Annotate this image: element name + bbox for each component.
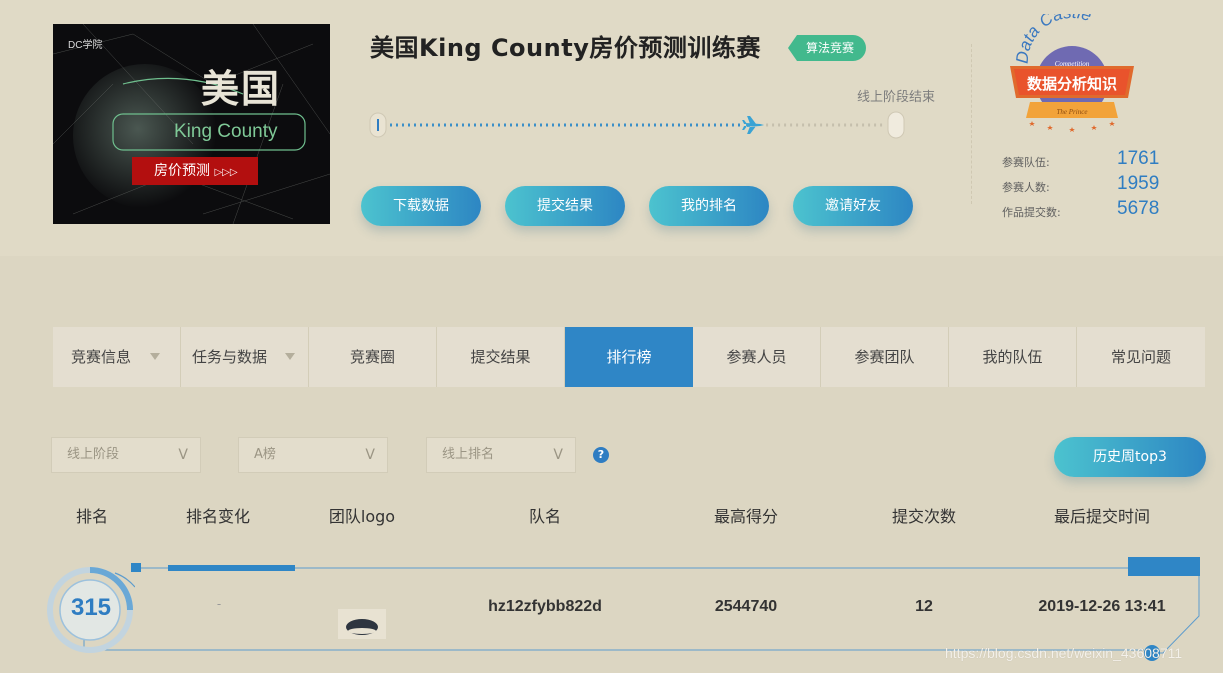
emblem-ribbon-text: The Prince [1057, 108, 1088, 116]
board-select[interactable]: A榜 V [238, 437, 388, 473]
header-divider [971, 44, 972, 204]
chevron-down-icon: V [178, 447, 188, 463]
dc-academy-logo: DC学院 [68, 40, 103, 51]
my-rank-button[interactable]: 我的排名 [649, 186, 769, 226]
rank-value: 315 [70, 594, 112, 621]
caret-down-icon [150, 353, 160, 360]
chevron-down-icon: V [553, 447, 563, 463]
team-logo-image [338, 609, 386, 639]
tab-submit-results[interactable]: 提交结果 [437, 327, 565, 387]
submission-count-value: 12 [915, 598, 933, 615]
submit-result-button[interactable]: 提交结果 [505, 186, 625, 226]
column-header-rank-change: 排名变化 [185, 507, 251, 526]
banner-badge-label: 房价预测 [154, 163, 210, 179]
stage-select-value: 线上阶段 [67, 447, 120, 462]
column-header-best-score: 最高得分 [713, 507, 779, 526]
emblem-main-text: 数据分析知识 [1027, 75, 1117, 93]
stat-value-participants: 1959 [1117, 173, 1160, 194]
board-select-value: A榜 [254, 447, 276, 462]
stage-progress-bar [369, 111, 905, 139]
tab-leaderboard[interactable]: 排行榜 [565, 327, 693, 387]
column-header-team-name: 队名 [528, 507, 562, 526]
banner-badge: 房价预测 ▷▷▷ [132, 157, 258, 185]
column-header-rank: 排名 [75, 507, 109, 526]
tab-my-team[interactable]: 我的队伍 [949, 327, 1077, 387]
column-header-last-submit-time: 最后提交时间 [1053, 507, 1151, 526]
csdn-watermark: https://blog.csdn.net/weixin_43608711 [945, 645, 1183, 661]
stat-value-submissions: 5678 [1117, 198, 1160, 219]
chevron-down-icon: V [365, 447, 375, 463]
tab-participants[interactable]: 参赛人员 [693, 327, 821, 387]
tab-teams[interactable]: 参赛团队 [821, 327, 949, 387]
stat-label-teams: 参赛队伍: [1002, 156, 1050, 169]
competition-tab-bar: 竞赛信息 任务与数据 竞赛圈 提交结果 排行榜 参赛人员 参赛团队 我的队伍 常… [53, 327, 1205, 387]
tab-label: 竞赛信息 [71, 348, 132, 366]
history-top3-button[interactable]: 历史周top3 [1054, 437, 1206, 477]
column-header-team-logo: 团队logo [328, 507, 396, 526]
tab-competition-circle[interactable]: 竞赛圈 [309, 327, 437, 387]
data-castle-emblem: Data Castle Competition 数据分析知识 The Princ… [1010, 14, 1134, 132]
column-header-submission-count: 提交次数 [891, 507, 957, 526]
ranking-select[interactable]: 线上排名 V [426, 437, 576, 473]
banner-country: 美国 [201, 67, 282, 111]
stage-status-label: 线上阶段结束 [857, 90, 936, 105]
stat-label-participants: 参赛人数: [1002, 181, 1050, 194]
triple-arrow-icon: ▷▷▷ [214, 167, 238, 178]
invite-friends-button[interactable]: 邀请好友 [793, 186, 913, 226]
last-submit-time-value: 2019-12-26 13:41 [1038, 598, 1166, 615]
tab-competition-info[interactable]: 竞赛信息 [53, 327, 181, 387]
plane-icon [742, 116, 765, 134]
team-logo-graphic [346, 619, 378, 635]
tab-task-and-data[interactable]: 任务与数据 [181, 327, 309, 387]
stat-label-submissions: 作品提交数: [1002, 206, 1061, 219]
rank-change-value: - [216, 597, 222, 611]
team-name-value[interactable]: hz12zfybb822d [488, 598, 602, 616]
stat-value-teams: 1761 [1117, 148, 1160, 169]
stage-select[interactable]: 线上阶段 V [51, 437, 201, 473]
ranking-select-value: 线上排名 [442, 447, 495, 462]
competition-title: 美国King County房价预测训练赛 [370, 34, 761, 62]
help-icon[interactable]: ? [593, 447, 609, 463]
tab-label: 任务与数据 [192, 348, 268, 366]
banner-county: King County [174, 121, 278, 142]
download-data-button[interactable]: 下载数据 [361, 186, 481, 226]
caret-down-icon [285, 353, 295, 360]
competition-banner-image: DC学院 美国 King County 房价预测 ▷▷▷ [53, 24, 330, 224]
tab-faq[interactable]: 常见问题 [1077, 327, 1205, 387]
category-tag: 算法竞赛 [788, 35, 867, 61]
best-score-value: 2544740 [714, 598, 778, 615]
